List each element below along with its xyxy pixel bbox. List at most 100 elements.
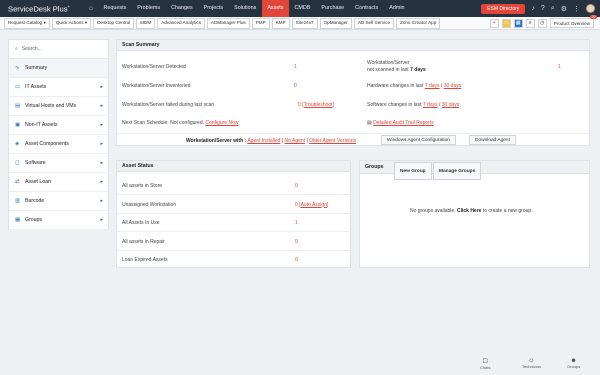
search-input[interactable]: Search... (22, 46, 42, 52)
bell-icon[interactable]: ♪ (531, 5, 535, 12)
nav-item-requests[interactable]: Requests (98, 0, 132, 17)
nav-item-changes[interactable]: Changes (166, 0, 199, 17)
toolbar-item-10[interactable]: AD Self Service (353, 17, 394, 29)
sidebar-item-asset-components[interactable]: ◈ Asset Components ▸ (9, 135, 108, 154)
esm-directory-button[interactable]: ESM Directory (481, 3, 526, 14)
software-7-days-link[interactable]: 7 days (423, 102, 438, 108)
hardware-label: Hardware changes in last (367, 83, 424, 89)
toolbar-item-9[interactable]: OpManager (319, 17, 352, 29)
sidebar-item-it-assets[interactable]: ▭ IT Assets ▸ (9, 78, 108, 97)
sidebar-item-barcode[interactable]: ▥ Barcode ▸ (9, 192, 108, 211)
nav-item-projects[interactable]: Projects (198, 0, 228, 17)
hardware-changes-group: Hardware changes in last 7 days / 30 day… (367, 83, 462, 89)
failed-value[interactable]: 0 (298, 102, 301, 108)
toolbar-item-1[interactable]: Quick Actions ▾ (51, 17, 92, 29)
product-overview-button[interactable]: Product Overview 29 (549, 15, 597, 28)
click-here-link[interactable]: Click Here (457, 208, 481, 214)
audit-trail-link[interactable]: Detailed Audit Trail Reports (373, 120, 434, 126)
software-30-days-link[interactable]: 30 days (442, 102, 460, 108)
configure-now-link[interactable]: Configure Now (205, 120, 238, 126)
chart-icon: ∿ (15, 65, 20, 71)
asset-status-value-group: 0 [Auto Assign] (295, 201, 329, 208)
list-icon[interactable]: ≡ (525, 18, 535, 28)
detected-value[interactable]: 1 (294, 64, 297, 70)
new-group-button[interactable]: New Group (394, 162, 432, 180)
scan-summary-title: Scan Summary (117, 40, 589, 51)
settings-icon[interactable]: ⚙ (561, 5, 567, 13)
nav-item-assets[interactable]: Assets (261, 0, 290, 17)
bottom-technician[interactable]: ☺ Technician (522, 358, 541, 375)
search-icon: ⌕ (15, 46, 18, 52)
troubleshoot-link[interactable]: Troubleshoot (304, 102, 333, 108)
sidebar-item-non-it-assets[interactable]: ▣ Non-IT Assets ▸ (9, 116, 108, 135)
sidebar-search[interactable]: ⌕ Search... (9, 40, 108, 59)
nav-item-solutions[interactable]: Solutions (229, 0, 262, 17)
hardware-30-days-link[interactable]: 30 days (444, 83, 462, 89)
auto-assign-link[interactable]: Auto Assign (301, 202, 327, 208)
add-icon[interactable]: + (489, 18, 499, 28)
inventoried-value[interactable]: 0 (294, 83, 297, 89)
toolbar-item-3[interactable]: MDM (136, 17, 156, 29)
asset-status-value[interactable]: 0 (295, 257, 298, 263)
sidebar-item-virtual-hosts-and-vms[interactable]: ▤ Virtual Hosts and VMs ▸ (9, 97, 108, 116)
sidebar-item-summary[interactable]: ∿ Summary (9, 59, 108, 78)
asset-status-value[interactable]: 0 (295, 202, 298, 208)
box-icon: ▣ (15, 122, 21, 128)
not-scanned-value[interactable]: 1 (558, 64, 561, 70)
download-agent-button[interactable]: Download Agent (469, 135, 516, 145)
brand-mark: + (67, 3, 71, 9)
groups-card: Groups New Group Manage Groups No groups… (359, 160, 590, 268)
toolbar-item-7[interactable]: KMP (271, 17, 290, 29)
barcode-icon: ▥ (15, 198, 21, 204)
nav-item-problems[interactable]: Problems (132, 0, 166, 17)
agent-configuration-button[interactable]: Windows Agent Configuration (381, 135, 456, 145)
product-overview-label: Product Overview (553, 20, 590, 26)
sidebar-item-label: Asset Components (25, 141, 69, 147)
avatar[interactable] (586, 4, 595, 13)
toolbar-item-6[interactable]: PMP (251, 17, 270, 29)
hardware-7-days-link[interactable]: 7 days (425, 83, 440, 89)
nav-item-contracts[interactable]: Contracts (350, 0, 384, 17)
calendar-icon[interactable]: ▦ (513, 18, 523, 28)
agent-installed-link[interactable]: Agent Installed (247, 138, 280, 144)
manage-groups-button[interactable]: Manage Groups (433, 162, 482, 180)
software-icon: ◻ (15, 160, 20, 166)
folder-icon[interactable]: ▭ (501, 18, 511, 28)
home-icon[interactable]: ⌂ (84, 5, 98, 12)
asset-status-value[interactable]: 0 (295, 239, 298, 245)
sidebar-item-asset-loan[interactable]: ⇄ Asset Loan ▸ (9, 173, 108, 192)
toolbar-item-2[interactable]: Desktop Central (93, 17, 135, 29)
sidebar-item-label: Software (25, 160, 46, 166)
software-changes-group: Software changes in last 7 days / 30 day… (367, 102, 460, 108)
toolbar-item-0[interactable]: Request Catalog ▾ (4, 17, 50, 29)
not-scanned-days: 7 days (410, 67, 426, 73)
toolbar-item-8[interactable]: Site24x7 (291, 17, 318, 29)
older-agent-link[interactable]: Older Agent Versions (309, 138, 356, 144)
no-agent-link[interactable]: No Agent (285, 138, 306, 144)
bottom-groups[interactable]: ☻ Groups (567, 358, 580, 375)
nav-item-admin[interactable]: Admin (384, 0, 410, 17)
groups-empty-message: No groups available. Click Here to creat… (410, 208, 533, 214)
search-icon[interactable]: ⌕ (551, 5, 555, 13)
desktop-icon: ▭ (15, 84, 21, 90)
sidebar-item-software[interactable]: ◻ Software ▸ (9, 154, 108, 173)
bottom-chats[interactable]: ☐ Chats (480, 358, 490, 375)
sidebar-item-groups[interactable]: ▦ Groups ▸ (9, 211, 108, 230)
nav-item-cmdb[interactable]: CMDB (289, 0, 316, 17)
asset-status-value[interactable]: 1 (295, 220, 298, 226)
apps-grid-icon[interactable]: ⋮ (573, 5, 580, 13)
help-icon[interactable]: ? (541, 5, 545, 12)
top-navigation-bar: ServiceDesk Plus+ ⌂ Requests Problems Chan… (0, 0, 600, 17)
nav-item-purchase[interactable]: Purchase (316, 0, 350, 17)
asset-status-value[interactable]: 0 (295, 183, 298, 189)
sidebar-item-label: Barcode (25, 198, 45, 204)
clock-icon[interactable]: ◷ (537, 18, 547, 28)
toolbar-item-11[interactable]: Zoho Creator App (396, 17, 441, 29)
next-scan-label: Next Scan Schedule: Not configured (122, 120, 203, 126)
toolbar-item-5[interactable]: ADManager Plus (207, 17, 250, 29)
chevron-right-icon: ▸ (100, 217, 103, 223)
sidebar-item-label: Virtual Hosts and VMs (25, 103, 77, 109)
brand-logo[interactable]: ServiceDesk Plus+ (0, 4, 84, 14)
toolbar-item-4[interactable]: Advanced Analytics (157, 17, 205, 29)
agent-label: Workstation/Server with : (186, 138, 247, 144)
